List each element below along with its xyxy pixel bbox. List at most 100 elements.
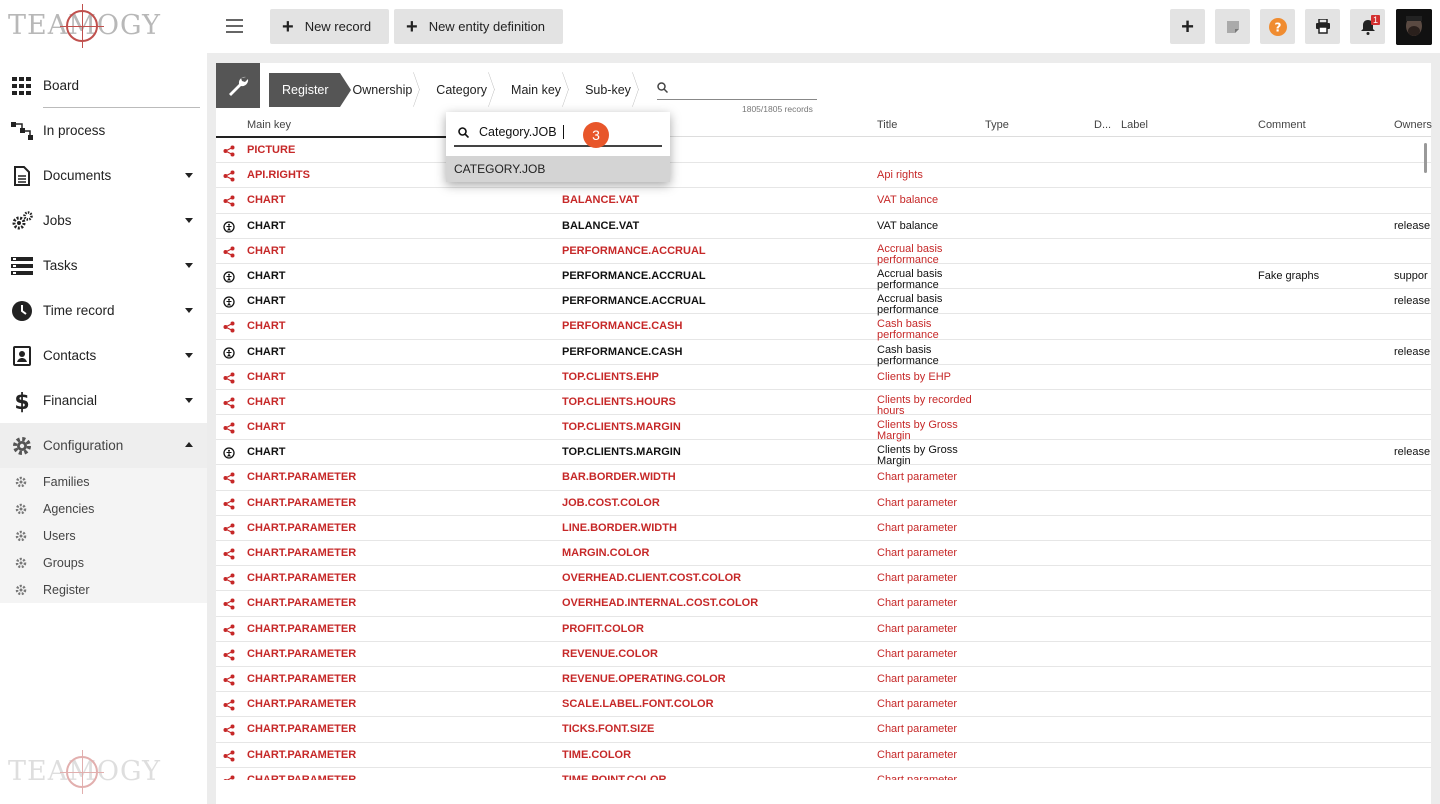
notification-badge: 1 — [1371, 15, 1381, 25]
sidebar-item-tasks[interactable]: Tasks — [0, 243, 207, 288]
table-row[interactable]: CHART.PARAMETER SCALE.LABEL.FONT.COLOR Cha… — [216, 692, 1431, 718]
gear-icon — [15, 530, 27, 542]
sticky-note-icon — [1226, 20, 1239, 33]
logo[interactable]: TEAMOGY — [8, 4, 160, 50]
breadcrumb-main-key[interactable]: Main key — [498, 73, 572, 107]
table-row[interactable]: CHART.PARAMETER REVENUE.OPERATING.COLOR Ch… — [216, 667, 1431, 693]
share-icon — [223, 649, 235, 661]
cell-title: Accrual basis performance — [877, 242, 943, 266]
sidebar-item-jobs[interactable]: Jobs — [0, 198, 207, 243]
table-row[interactable]: CHART BALANCE.VAT VAT balance — [216, 188, 1431, 214]
user-avatar[interactable] — [1396, 9, 1432, 45]
flow-icon — [11, 120, 33, 142]
table-row[interactable]: CHART.PARAMETER JOB.COST.COLOR Chart param… — [216, 491, 1431, 516]
new-entity-definition-button[interactable]: + New entity definition — [394, 9, 563, 44]
category-search-value: Category.JOB — [479, 125, 557, 139]
column-main-key[interactable]: Main key — [247, 119, 291, 131]
printer-icon — [1315, 19, 1330, 34]
table-row[interactable]: CHART PERFORMANCE.ACCRUAL Accrual basis pe… — [216, 289, 1431, 316]
dollar-icon: $ — [11, 390, 33, 413]
submenu-item-families[interactable]: Families — [0, 468, 207, 495]
cell-category: CHART — [247, 345, 286, 358]
share-icon — [223, 523, 235, 535]
logo-footer: TEAMOGY — [8, 750, 160, 796]
contacts-icon — [11, 345, 33, 367]
chevron-down-icon — [185, 218, 193, 223]
sidebar-item-board[interactable]: Board — [0, 63, 207, 108]
add-button[interactable]: + — [1170, 9, 1205, 44]
submenu-item-groups[interactable]: Groups — [0, 549, 207, 576]
column-d[interactable]: D... — [1094, 119, 1111, 131]
submenu-item-users[interactable]: Users — [0, 522, 207, 549]
cell-title: Chart parameter — [877, 622, 958, 635]
breadcrumb-register[interactable]: Register — [269, 73, 351, 107]
breadcrumb-sub-key[interactable]: Sub-key — [572, 73, 642, 107]
cell-title: Clients by recorded hours — [877, 393, 972, 417]
cell-title: Accrual basis performance — [877, 267, 943, 291]
submenu-item-register[interactable]: Register — [0, 576, 207, 603]
cell-main-key: BALANCE.VAT — [562, 219, 640, 232]
sticky-note-button[interactable] — [1215, 9, 1250, 44]
table-row[interactable]: CHART.PARAMETER MARGIN.COLOR Chart paramet… — [216, 541, 1431, 567]
register-search-input[interactable] — [657, 80, 817, 100]
table-scrollbar[interactable] — [1424, 143, 1427, 173]
sidebar-item-in-process[interactable]: In process — [0, 108, 207, 153]
cell-title: Chart parameter — [877, 521, 958, 534]
menu-toggle-icon[interactable] — [226, 19, 243, 33]
share-icon — [223, 674, 235, 686]
step-badge: 3 — [583, 122, 609, 148]
new-record-button[interactable]: + New record — [270, 9, 389, 44]
table-row[interactable]: PICTURE — [216, 138, 1431, 164]
table-row[interactable]: CHART PERFORMANCE.ACCRUAL Accrual basis pe… — [216, 239, 1431, 266]
sidebar-item-configuration[interactable]: Configuration — [0, 423, 207, 468]
column-comment[interactable]: Comment — [1258, 119, 1306, 131]
cell-title: Api rights — [877, 169, 923, 182]
share-icon — [223, 724, 235, 736]
help-button[interactable]: ? — [1260, 9, 1295, 44]
cell-category: CHART — [247, 244, 286, 257]
sidebar-item-documents[interactable]: Documents — [0, 153, 207, 198]
table-row[interactable]: CHART TOP.CLIENTS.MARGIN Clients by Gross … — [216, 440, 1431, 467]
table-row[interactable]: CHART.PARAMETER REVENUE.COLOR Chart parame… — [216, 642, 1431, 667]
dropdown-option-category-job[interactable]: CATEGORY.JOB — [446, 156, 670, 182]
table-row[interactable]: CHART.PARAMETER TIME.COLOR Chart parameter — [216, 743, 1431, 768]
sidebar-item-time-record[interactable]: Time record — [0, 288, 207, 333]
table-row[interactable]: CHART TOP.CLIENTS.MARGIN Clients by Gross … — [216, 415, 1431, 442]
breadcrumb-ownership[interactable]: Ownership — [340, 73, 424, 107]
table-row[interactable]: CHART.PARAMETER OVERHEAD.INTERNAL.COST.CO… — [216, 591, 1431, 617]
table-row[interactable]: CHART PERFORMANCE.ACCRUAL Accrual basis pe… — [216, 264, 1431, 291]
sidebar-item-financial[interactable]: $ Financial — [0, 378, 207, 423]
breadcrumb-category[interactable]: Category — [423, 73, 498, 107]
table-row[interactable]: CHART.PARAMETER TICKS.FONT.SIZE Chart para… — [216, 717, 1431, 743]
column-title[interactable]: Title — [877, 119, 897, 131]
wrench-icon — [229, 76, 249, 96]
table-row[interactable]: CHART PERFORMANCE.CASH Cash basis performa… — [216, 314, 1431, 342]
table-row[interactable]: CHART TOP.CLIENTS.EHP Clients by EHP — [216, 365, 1431, 390]
column-owners[interactable]: Owners — [1394, 119, 1432, 131]
submenu-item-label: Groups — [43, 555, 84, 570]
notifications-button[interactable]: 1 — [1350, 9, 1385, 44]
cell-category: CHART.PARAMETER — [247, 521, 357, 534]
table-row[interactable]: CHART PERFORMANCE.CASH Cash basis performa… — [216, 340, 1431, 366]
table-row[interactable]: CHART.PARAMETER BAR.BORDER.WIDTH Chart par… — [216, 465, 1431, 491]
sidebar-item-contacts[interactable]: Contacts — [0, 333, 207, 378]
submenu-item-agencies[interactable]: Agencies — [0, 495, 207, 522]
cell-title: Cash basis performance — [877, 318, 939, 342]
configuration-submenu: Families Agencies Users Groups Register — [0, 468, 207, 603]
print-button[interactable] — [1305, 9, 1340, 44]
category-search-field[interactable]: Category.JOB 3 — [454, 117, 662, 148]
table-row[interactable]: CHART BALANCE.VAT VAT balance release — [216, 214, 1431, 239]
gear-icon — [15, 557, 27, 569]
register-settings-button[interactable] — [216, 63, 260, 108]
table-row[interactable]: CHART.PARAMETER TIME.POINT.COLOR Chart par… — [216, 768, 1431, 780]
cell-main-key: REVENUE.COLOR — [562, 647, 658, 660]
cell-title: Clients by EHP — [877, 370, 951, 383]
table-row[interactable]: CHART.PARAMETER LINE.BORDER.WIDTH Chart pa… — [216, 516, 1431, 541]
table-row[interactable]: CHART.PARAMETER PROFIT.COLOR Chart paramet… — [216, 617, 1431, 642]
table-row[interactable]: CHART TOP.CLIENTS.HOURS Clients by recorde… — [216, 390, 1431, 417]
column-label[interactable]: Label — [1121, 119, 1148, 131]
cell-owner: release — [1394, 295, 1431, 308]
table-row[interactable]: CHART.PARAMETER OVERHEAD.CLIENT.COST.COLO… — [216, 566, 1431, 592]
table-row[interactable]: API.RIGHTS Api rights — [216, 163, 1431, 189]
column-type[interactable]: Type — [985, 119, 1009, 131]
